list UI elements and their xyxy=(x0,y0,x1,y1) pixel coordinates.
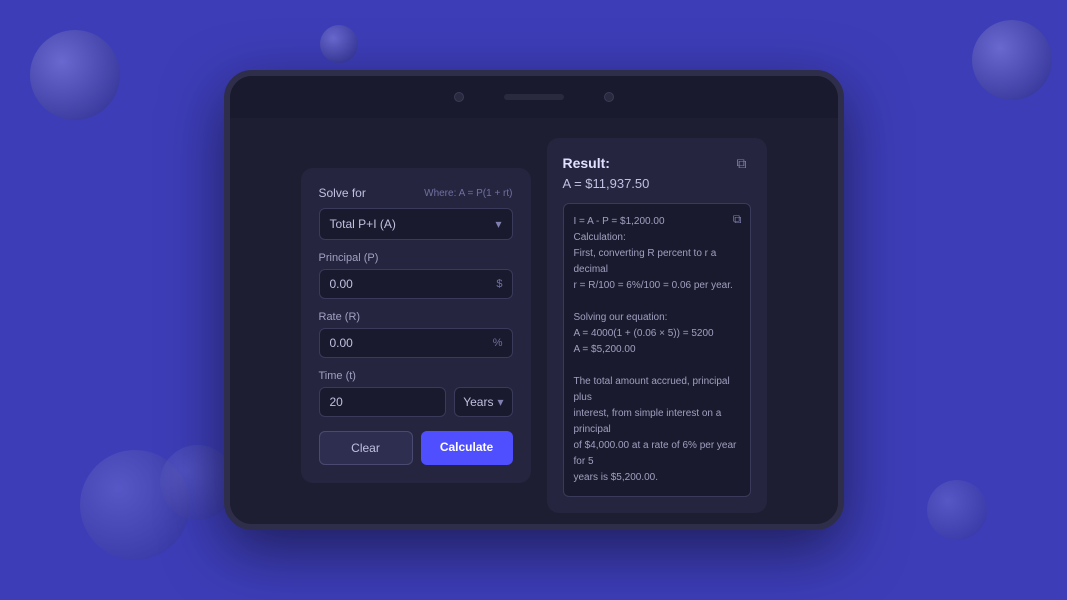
time-group: Time (t) Years xyxy=(319,370,513,417)
rate-label: Rate (R) xyxy=(319,311,513,323)
calculate-button[interactable]: Calculate xyxy=(421,431,513,465)
solve-for-label: Solve for xyxy=(319,186,366,200)
clear-button[interactable]: Clear xyxy=(319,431,413,465)
bg-sphere-topleft xyxy=(30,30,120,120)
result-panel: Result: A = $11,937.50 I = A - P = $1,20… xyxy=(547,138,767,513)
principal-group: Principal (P) $ xyxy=(319,252,513,299)
time-input-wrapper xyxy=(319,387,447,417)
detail-line1: I = A - P = $1,200.00 xyxy=(574,216,665,227)
detail-line12: of $4,000.00 at a rate of 6% per year fo… xyxy=(574,440,737,467)
detail-line8: A = $5,200.00 xyxy=(574,344,636,355)
detail-line4: r = R/100 = 6%/100 = 0.06 per year. xyxy=(574,280,733,291)
detail-line3: First, converting R percent to r a decim… xyxy=(574,248,717,275)
time-label: Time (t) xyxy=(319,370,513,382)
solve-for-header: Solve for Where: A = P(1 + rt) xyxy=(319,186,513,200)
tablet-camera xyxy=(454,92,464,102)
tablet-speaker xyxy=(504,94,564,100)
rate-group: Rate (R) % xyxy=(319,311,513,358)
tablet-top-bar xyxy=(230,76,838,118)
rate-input-wrapper: % xyxy=(319,328,513,358)
detail-line6: Solving our equation: xyxy=(574,312,668,323)
detail-line2: Calculation: xyxy=(574,232,626,243)
principal-label: Principal (P) xyxy=(319,252,513,264)
principal-input-wrapper: $ xyxy=(319,269,513,299)
result-header: Result: xyxy=(563,154,751,172)
result-title: Result: xyxy=(563,155,610,171)
button-row: Clear Calculate xyxy=(319,431,513,465)
principal-input[interactable] xyxy=(319,269,513,299)
time-unit-value: Years xyxy=(463,395,493,409)
detail-line13: years is $5,200.00. xyxy=(574,472,659,483)
result-detail-text: I = A - P = $1,200.00 Calculation: First… xyxy=(574,214,740,486)
solve-for-select[interactable]: Total P+I (A) xyxy=(319,208,513,240)
solve-for-group: Solve for Where: A = P(1 + rt) Total P+I… xyxy=(319,186,513,240)
tablet-mic xyxy=(604,92,614,102)
solve-for-value: Total P+I (A) xyxy=(330,217,396,231)
copy-result-icon[interactable] xyxy=(733,154,751,172)
detail-line11: interest, from simple interest on a prin… xyxy=(574,408,722,435)
calculator-panel: Solve for Where: A = P(1 + rt) Total P+I… xyxy=(301,168,531,483)
time-unit-select[interactable]: Years xyxy=(454,387,512,417)
time-unit-chevron-icon xyxy=(497,395,503,409)
principal-suffix: $ xyxy=(496,278,502,290)
result-detail-box: I = A - P = $1,200.00 Calculation: First… xyxy=(563,203,751,497)
app-content: Solve for Where: A = P(1 + rt) Total P+I… xyxy=(230,118,838,530)
rate-input[interactable] xyxy=(319,328,513,358)
result-main-value: A = $11,937.50 xyxy=(563,176,751,191)
time-row: Years xyxy=(319,387,513,417)
where-formula: Where: A = P(1 + rt) xyxy=(424,188,512,199)
copy-detail-icon[interactable] xyxy=(733,212,742,227)
rate-suffix: % xyxy=(493,337,503,349)
detail-line7: A = 4000(1 + (0.06 × 5)) = 5200 xyxy=(574,328,714,339)
time-input[interactable] xyxy=(319,387,447,417)
bg-sphere-topcenter xyxy=(320,25,358,63)
bg-sphere-bottomright xyxy=(927,480,987,540)
detail-line10: The total amount accrued, principal plus xyxy=(574,376,730,403)
bg-sphere-topright xyxy=(972,20,1052,100)
chevron-down-icon xyxy=(495,217,501,231)
tablet-device: Solve for Where: A = P(1 + rt) Total P+I… xyxy=(224,70,844,530)
